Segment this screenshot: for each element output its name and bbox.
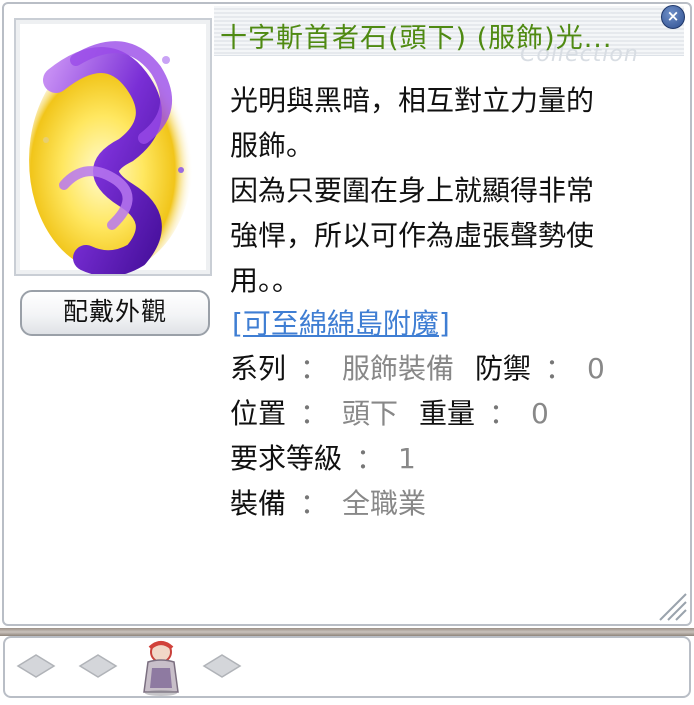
enchant-location-link[interactable]: [可至綿綿島附魔]: [232, 302, 450, 342]
close-button[interactable]: ×: [661, 5, 685, 29]
series-label: 系列: [230, 352, 287, 385]
item-stats: 系列 ： 服飾裝備 防禦 ： 0 位置 ： 頭下 重量 ： 0 要求等級 ： 1 裝備 ： 全職業: [230, 346, 605, 526]
location-value: 頭下: [342, 397, 399, 430]
colon: ：: [300, 397, 329, 430]
character-preview-icon[interactable]: [136, 638, 186, 696]
empty-card-slot-icon[interactable]: [76, 652, 120, 680]
defense-label: 防禦: [474, 352, 531, 385]
colon: ：: [356, 442, 385, 475]
description-line: 因為只要圍在身上就顯得非常: [230, 174, 595, 207]
description-line: 光明與黑暗，相互對立力量的: [230, 84, 595, 117]
colon: ：: [300, 487, 329, 520]
stat-row-equip: 裝備 ： 全職業: [230, 481, 605, 526]
empty-card-slot-icon[interactable]: [14, 652, 58, 680]
colon: ：: [544, 352, 573, 385]
wear-appearance-button[interactable]: 配戴外觀: [20, 290, 210, 336]
colon: ：: [300, 352, 329, 385]
empty-card-slot-icon[interactable]: [200, 652, 244, 680]
description-line: 強悍，所以可作為虛張聲勢使: [230, 219, 595, 252]
defense-value: 0: [586, 352, 605, 385]
required-level-label: 要求等級: [230, 442, 343, 475]
stat-row-series: 系列 ： 服飾裝備 防禦 ： 0: [230, 346, 605, 391]
purple-yellow-flame-costume-icon: [29, 41, 193, 277]
equip-label: 裝備: [230, 487, 287, 520]
location-label: 位置: [230, 397, 287, 430]
resize-grip-icon[interactable]: [654, 588, 688, 622]
item-illustration-frame: [14, 18, 212, 277]
required-level-value: 1: [398, 442, 416, 475]
description-line: 服飾。: [230, 129, 315, 162]
item-title: 十字斬首者石(頭下) (服飾)光...: [220, 23, 613, 54]
description-line: 用。。: [230, 264, 301, 297]
item-description: 光明與黑暗，相互對立力量的 服飾。 因為只要圍在身上就顯得非常 強悍，所以可作為…: [230, 78, 670, 303]
series-value: 服飾裝備: [342, 352, 455, 385]
equip-value: 全職業: [342, 487, 427, 520]
stat-row-location: 位置 ： 頭下 重量 ： 0: [230, 391, 605, 436]
stat-row-required-level: 要求等級 ： 1: [230, 436, 605, 481]
weight-value: 0: [530, 397, 549, 430]
weight-label: 重量: [418, 397, 475, 430]
colon: ：: [488, 397, 517, 430]
window-divider: [0, 628, 694, 636]
